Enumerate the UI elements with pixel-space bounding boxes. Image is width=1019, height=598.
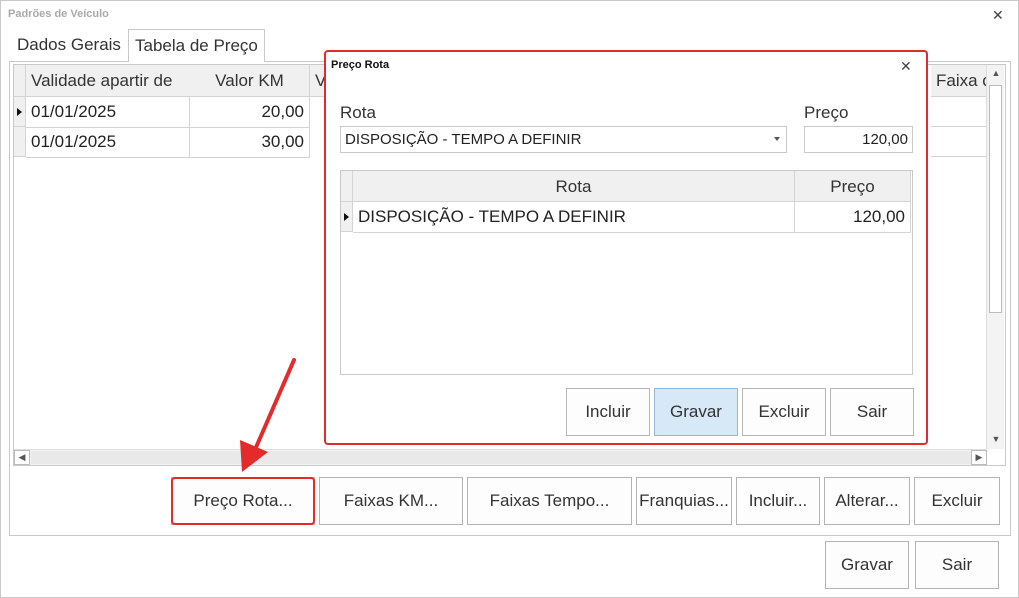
window-title: Padrões de Veículo <box>8 8 109 20</box>
excluir-button[interactable]: Excluir <box>914 477 1000 525</box>
dialog-title: Preço Rota <box>331 59 390 71</box>
scroll-thumb-horizontal[interactable] <box>31 451 971 464</box>
faixas-km-button[interactable]: Faixas KM... <box>319 477 463 525</box>
alterar-button[interactable]: Alterar... <box>824 477 910 525</box>
franquias-button[interactable]: Franquias... <box>636 477 732 525</box>
scroll-thumb[interactable] <box>989 85 1002 313</box>
red-arrow-icon <box>240 358 296 472</box>
highlight-outline <box>171 477 315 525</box>
faixas-tempo-button[interactable]: Faixas Tempo... <box>467 477 632 525</box>
incluir-button[interactable]: Incluir... <box>736 477 820 525</box>
table-cell-valor-km[interactable]: 30,00 <box>190 127 310 158</box>
column-header-faixa[interactable]: Faixa c <box>931 65 991 97</box>
scroll-up-icon[interactable]: ▲ <box>988 68 1004 78</box>
row-indicator-icon <box>17 108 22 116</box>
rota-select-value: DISPOSIÇÃO - TEMPO A DEFINIR <box>345 131 582 148</box>
dialog-excluir-button[interactable]: Excluir <box>742 388 826 436</box>
column-header-preco[interactable]: Preço <box>795 171 911 202</box>
row-selector[interactable] <box>341 202 353 232</box>
table-cell-preco[interactable]: 120,00 <box>795 202 911 233</box>
row-header-corner <box>341 171 353 202</box>
table-cell-valor-km[interactable]: 20,00 <box>190 97 310 128</box>
scroll-down-icon[interactable]: ▼ <box>988 434 1004 444</box>
row-indicator-icon <box>344 213 349 221</box>
tab-tabela-de-preco[interactable]: Tabela de Preço <box>128 29 265 62</box>
sair-button[interactable]: Sair <box>915 541 999 589</box>
dialog-sair-button[interactable]: Sair <box>830 388 914 436</box>
row-selector[interactable] <box>14 97 26 127</box>
horizontal-scrollbar[interactable]: ◀ ▶ <box>14 449 987 465</box>
preco-label: Preço <box>804 103 849 122</box>
chevron-down-icon[interactable] <box>774 137 780 141</box>
table-cell-faixa[interactable] <box>931 97 991 127</box>
vertical-scrollbar[interactable]: ▲ ▼ <box>986 65 1004 449</box>
close-icon[interactable]: ✕ <box>992 8 1004 22</box>
rota-select[interactable]: DISPOSIÇÃO - TEMPO A DEFINIR <box>340 126 787 153</box>
table-cell-validade[interactable]: 01/01/2025 <box>26 127 190 158</box>
scroll-left-icon[interactable]: ◀ <box>14 450 30 465</box>
column-header-rota[interactable]: Rota <box>353 171 795 202</box>
scroll-right-icon[interactable]: ▶ <box>971 450 987 465</box>
row-header-corner <box>14 65 26 97</box>
close-icon[interactable]: ✕ <box>900 59 912 73</box>
gravar-button[interactable]: Gravar <box>825 541 909 589</box>
column-header-validade[interactable]: Validade apartir de <box>26 65 202 97</box>
table-cell-faixa[interactable] <box>931 127 991 157</box>
table-cell-validade[interactable]: 01/01/2025 <box>26 97 190 128</box>
tab-dados-gerais[interactable]: Dados Gerais <box>11 29 128 62</box>
rota-label: Rota <box>340 103 376 122</box>
row-selector[interactable] <box>14 127 26 157</box>
column-header-valor-km[interactable]: Valor KM <box>190 65 310 97</box>
dialog-incluir-button[interactable]: Incluir <box>566 388 650 436</box>
dialog-gravar-button[interactable]: Gravar <box>654 388 738 436</box>
table-cell-rota[interactable]: DISPOSIÇÃO - TEMPO A DEFINIR <box>353 202 795 233</box>
preco-input[interactable]: 120,00 <box>804 126 913 153</box>
rota-grid: Rota Preço DISPOSIÇÃO - TEMPO A DEFINIR … <box>340 170 913 375</box>
